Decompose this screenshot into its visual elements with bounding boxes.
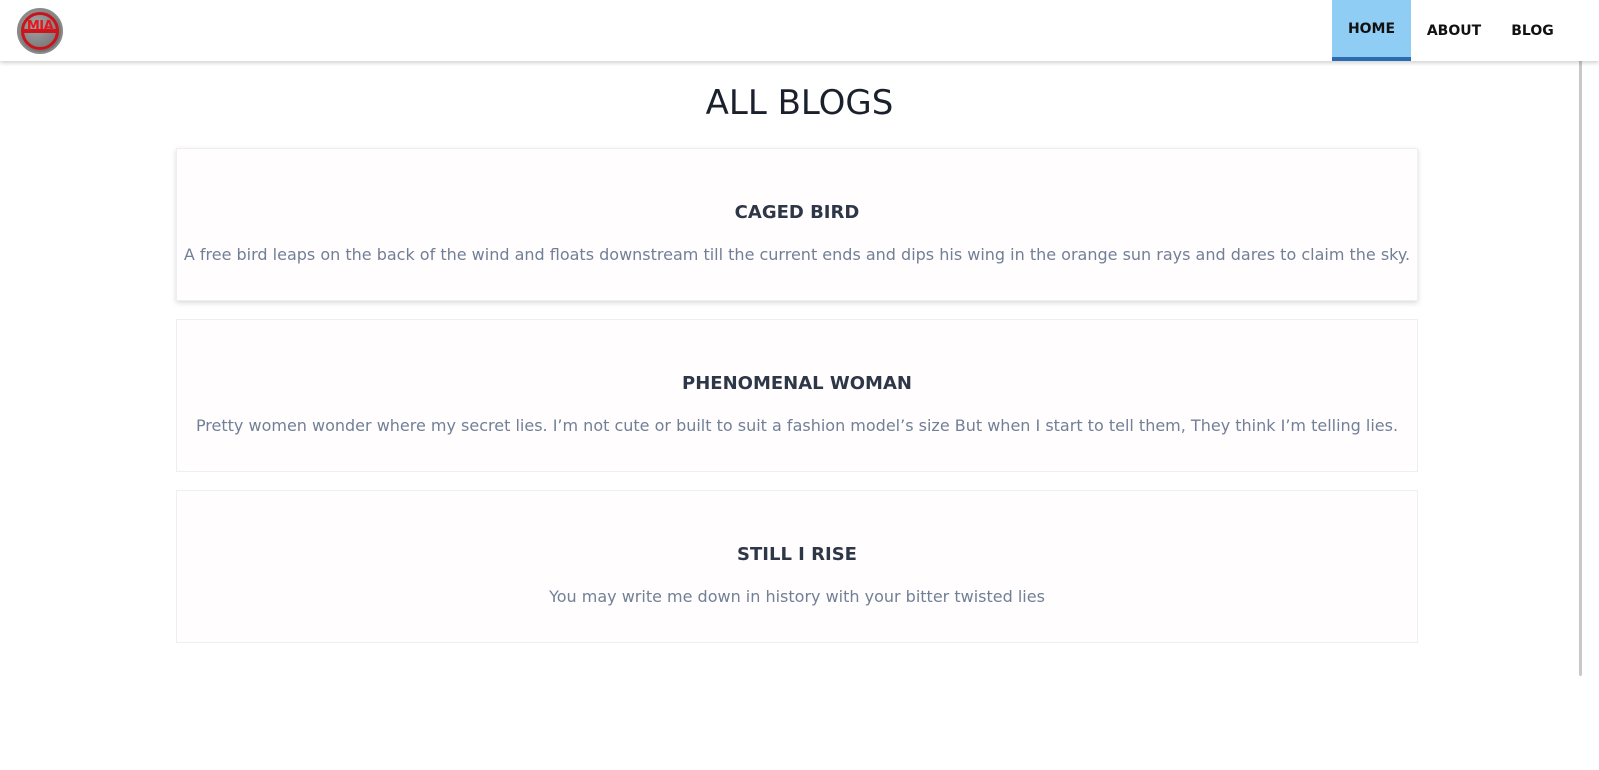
blog-card-title[interactable]: PHENOMENAL WOMAN [177, 373, 1417, 394]
main-nav: HOME ABOUT BLOG [1332, 0, 1568, 61]
blog-card[interactable]: STILL I RISE You may write me down in hi… [176, 490, 1418, 643]
page-title: ALL BLOGS [705, 83, 894, 123]
blog-card-excerpt: Pretty women wonder where my secret lies… [195, 416, 1399, 435]
site-logo[interactable]: MIA [17, 8, 63, 54]
blog-card-excerpt: A free bird leaps on the back of the win… [183, 245, 1411, 264]
blog-card[interactable]: CAGED BIRD A free bird leaps on the back… [176, 148, 1418, 301]
blog-card-title[interactable]: STILL I RISE [177, 544, 1417, 565]
vertical-scrollbar[interactable] [1568, 0, 1599, 770]
nav-item-home[interactable]: HOME [1332, 0, 1411, 61]
nav-item-about[interactable]: ABOUT [1411, 0, 1497, 61]
blog-card-excerpt: You may write me down in history with yo… [549, 587, 1045, 606]
nav-item-blog[interactable]: BLOG [1497, 0, 1568, 61]
scrollbar-thumb[interactable] [1579, 0, 1582, 676]
blog-card-title[interactable]: CAGED BIRD [177, 202, 1417, 223]
logo-text: MIA [26, 19, 54, 34]
top-navbar: MIA HOME ABOUT BLOG [0, 0, 1599, 61]
blog-card[interactable]: PHENOMENAL WOMAN Pretty women wonder whe… [176, 319, 1418, 472]
